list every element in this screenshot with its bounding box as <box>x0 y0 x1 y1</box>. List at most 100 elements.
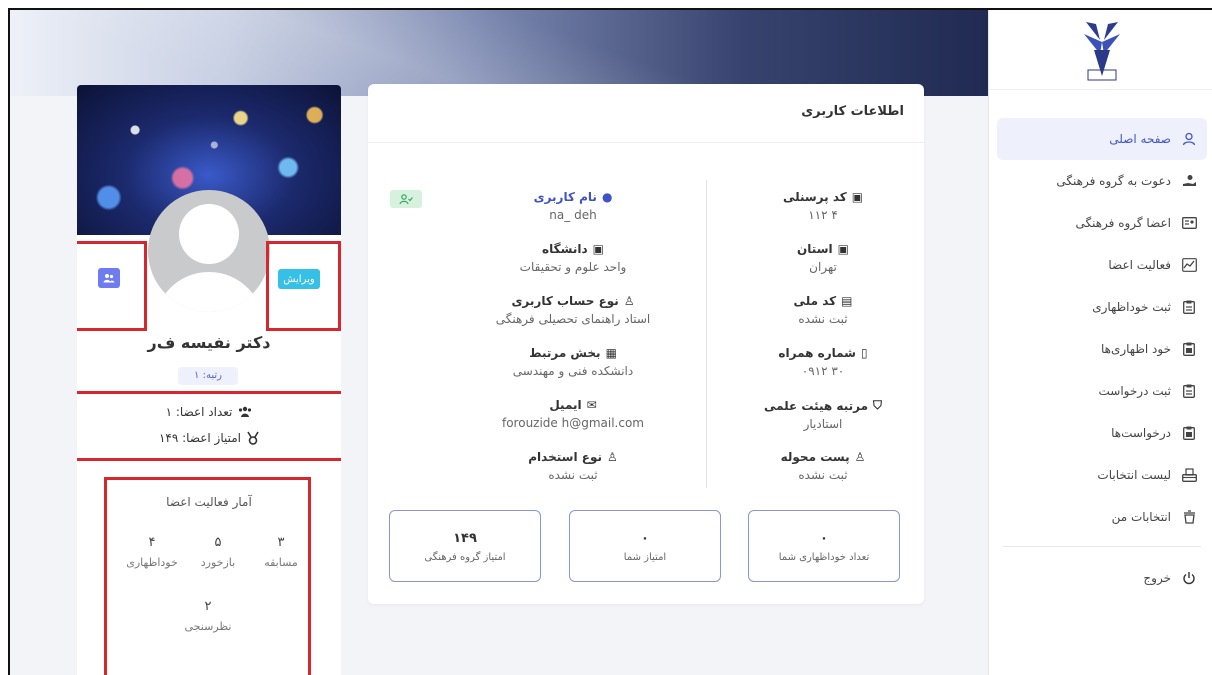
stat-contest: ۳ مسابقه <box>248 535 314 569</box>
logout-button[interactable]: خروج <box>997 557 1207 599</box>
power-icon <box>1181 570 1197 586</box>
avatar <box>148 190 270 312</box>
medal-icon <box>247 431 259 445</box>
clipboard-icon <box>1181 383 1197 399</box>
user-check-icon <box>399 193 413 204</box>
sidebar-item-label: لیست انتخابات <box>1097 468 1171 482</box>
field-assigned-post: ♙ پست محوله ثبت نشده <box>748 450 898 482</box>
sidebar-item-label: اعضا گروه فرهنگی <box>1075 216 1171 230</box>
sidebar-item-label: فعالیت اعضا <box>1108 258 1171 272</box>
field-value: ۱۱۲ ۴ <box>808 208 838 222</box>
rank-badge: رتبه: ۱ <box>178 367 238 385</box>
app-window: صفحه اصلی دعوت به گروه فرهنگی اعضا گروه … <box>8 8 1212 675</box>
box-label: امتیاز گروه فرهنگی <box>424 552 506 563</box>
field-label: نام کاربری <box>533 190 597 204</box>
verified-badge <box>390 190 422 208</box>
card-divider <box>368 142 924 143</box>
stat-number: ۴ <box>148 535 156 550</box>
field-label: نوع استخدام <box>528 450 602 464</box>
box-number: ۱۴۹ <box>453 531 477 546</box>
sidebar-item-label: انتخابات من <box>1111 510 1171 524</box>
id-badge-icon: ▣ <box>837 242 849 256</box>
field-label: کد پرسنلی <box>782 190 847 204</box>
clipboard-icon <box>1181 299 1197 315</box>
field-label: نوع حساب کاربری <box>511 294 619 308</box>
stat-label: خوداظهاری <box>126 556 178 569</box>
stats-title: آمار فعالیت اعضا <box>166 495 252 509</box>
sidebar-separator <box>1003 546 1201 547</box>
id-card-icon <box>1181 215 1197 231</box>
field-label: کد ملی <box>793 294 837 308</box>
field-account-type: ♙ نوع حساب کاربری استاد راهنمای تحصیلی فر… <box>458 294 688 326</box>
stat-feedback: ۵ بازخورد <box>185 535 251 569</box>
box-label: امتیاز شما <box>623 552 667 563</box>
field-value: استاد راهنمای تحصیلی فرهنگی <box>495 312 651 326</box>
user-icon <box>1181 131 1197 147</box>
field-label: مرتبه هیئت علمی <box>763 398 869 413</box>
members-score-text: امتیاز اعضا: ۱۴۹ <box>158 431 242 445</box>
user-icon: ● <box>601 190 613 204</box>
field-value: ثبت نشده <box>798 312 848 326</box>
sidebar-item-label: ثبت خوداظهاری <box>1092 300 1171 314</box>
sidebar-item-elections-list[interactable]: لیست انتخابات <box>997 454 1207 496</box>
sidebar-item-label: ثبت درخواست <box>1098 384 1172 398</box>
sidebar-item-self-declare[interactable]: ثبت خوداظهاری <box>997 286 1207 328</box>
stat-box-your-score: ۰ امتیاز شما <box>569 510 721 582</box>
members-score: امتیاز اعضا: ۱۴۹ <box>77 431 341 445</box>
mail-icon: ✉ <box>586 398 597 412</box>
activity-chart-icon <box>1181 257 1197 273</box>
box-number: ۰ <box>820 531 828 546</box>
field-label: دانشگاه <box>542 242 588 256</box>
box-label: تعداد خوداظهاری شما <box>778 552 870 563</box>
sidebar-item-my-elections[interactable]: انتخابات من <box>997 496 1207 538</box>
academic-icon: ⛉ <box>873 398 883 412</box>
user-edit-icon: ♙ <box>854 450 866 464</box>
stat-label: بازخورد <box>200 556 236 569</box>
field-province: ▣ استان تهران <box>748 242 898 274</box>
field-label: ایمیل <box>549 398 582 412</box>
members-count: تعداد اعضا: ۱ <box>77 405 341 419</box>
profile-name: دکتر نفیسه ف‌ر‌‌‌ <box>147 333 271 352</box>
highlight-box <box>77 391 341 461</box>
sidebar-item-members[interactable]: اعضا گروه فرهنگی <box>997 202 1207 244</box>
sidebar-item-requests[interactable]: درخواست‌ها <box>997 412 1207 454</box>
sidebar-nav: صفحه اصلی دعوت به گروه فرهنگی اعضا گروه … <box>997 118 1207 599</box>
sidebar: صفحه اصلی دعوت به گروه فرهنگی اعضا گروه … <box>988 10 1212 675</box>
user-plus-icon: ♙ <box>606 450 618 464</box>
field-mobile: ▯ شماره همراه ۰۹۱۲ ۳۰ <box>748 346 898 378</box>
user-info-card: اطلاعات کاربری ▣ کد پرسنلی ۱۱۲ ۴ ▣ استان ت… <box>368 84 924 604</box>
field-value: forouzide h@gmail.com <box>501 416 644 430</box>
sidebar-item-invite[interactable]: دعوت به گروه فرهنگی <box>997 160 1207 202</box>
logout-label: خروج <box>1143 571 1171 585</box>
field-label: پست محوله <box>780 450 850 464</box>
id-card-icon: ▤ <box>841 294 853 308</box>
field-label: بخش مرتبط <box>529 346 601 360</box>
stat-label: نظرسنجی <box>184 620 232 633</box>
building-icon: ▦ <box>605 346 617 360</box>
sidebar-item-self-declarations[interactable]: خود اظهاری‌ها <box>997 328 1207 370</box>
sidebar-item-activity[interactable]: فعالیت اعضا <box>997 244 1207 286</box>
field-academic-rank: ⛉ مرتبه هیئت علمی استادیار <box>748 398 898 431</box>
field-department: ▦ بخش مرتبط دانشکده فنی و مهندسی <box>458 346 688 378</box>
field-value: تهران <box>809 260 837 274</box>
hand-invite-icon <box>1181 173 1197 189</box>
sidebar-item-label: صفحه اصلی <box>1109 132 1171 146</box>
sidebar-item-label: درخواست‌ها <box>1111 426 1171 440</box>
stat-box-group-score: ۱۴۹ امتیاز گروه فرهنگی <box>389 510 541 582</box>
field-label: شماره همراه <box>778 346 856 360</box>
ballot-box-icon <box>1181 467 1197 483</box>
id-badge-icon: ▣ <box>592 242 604 256</box>
sidebar-item-new-request[interactable]: ثبت درخواست <box>997 370 1207 412</box>
mobile-icon: ▯ <box>860 346 868 360</box>
sidebar-item-label: خود اظهاری‌ها <box>1100 342 1171 356</box>
sidebar-item-label: دعوت به گروه فرهنگی <box>1056 174 1171 188</box>
field-value: ۰۹۱۲ ۳۰ <box>801 364 845 378</box>
ballot-icon <box>1181 509 1197 525</box>
clipboard-list-icon <box>1181 341 1197 357</box>
sidebar-item-home[interactable]: صفحه اصلی <box>997 118 1207 160</box>
id-badge-icon: ▣ <box>851 190 864 204</box>
stat-box-self-declarations: ۰ تعداد خوداظهاری شما <box>748 510 900 582</box>
highlight-box <box>266 241 341 331</box>
clipboard-list-icon <box>1181 425 1197 441</box>
field-username: ● نام کاربری na_ deh <box>458 190 688 222</box>
